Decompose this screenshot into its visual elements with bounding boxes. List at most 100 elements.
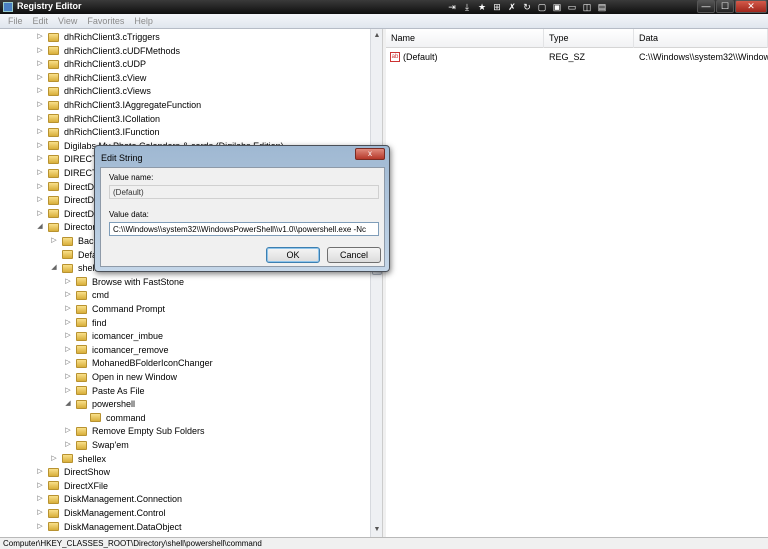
- tree-item[interactable]: ▷ DIRECT.: [36, 152, 99, 166]
- expand-arrow-icon[interactable]: ▷: [36, 87, 44, 95]
- expand-arrow-icon[interactable]: ▷: [36, 60, 44, 68]
- tree-item[interactable]: ▷ Swap'em: [64, 438, 128, 452]
- expand-arrow-icon[interactable]: ▷: [36, 196, 44, 204]
- expand-arrow-icon[interactable]: ▷: [36, 210, 44, 218]
- tree-item[interactable]: ▷ dhRichClient3.cView: [36, 71, 146, 85]
- arrow-down-icon[interactable]: ⤓: [461, 1, 473, 13]
- tree-scrollbar[interactable]: ▲ ▼: [370, 29, 382, 537]
- registry-tree[interactable]: ▷ dhRichClient3.cTriggers ▷ dhRichClient3.c…: [0, 29, 370, 537]
- expand-arrow-icon[interactable]: ▷: [64, 427, 72, 435]
- tree-item[interactable]: ▷ icomancer_imbue: [64, 329, 163, 343]
- expand-arrow-icon[interactable]: ▷: [50, 237, 58, 245]
- tree-item[interactable]: ▷ cmd: [64, 288, 109, 302]
- tree-item[interactable]: ▷ DIRECT.: [36, 166, 99, 180]
- menu-file[interactable]: File: [3, 14, 28, 28]
- tiles-icon[interactable]: ▤: [596, 1, 608, 13]
- expand-arrow-icon[interactable]: ▷: [36, 74, 44, 82]
- expand-arrow-icon[interactable]: ▷: [36, 482, 44, 490]
- collapse-arrow-icon[interactable]: ◢: [50, 264, 58, 272]
- pin-icon[interactable]: ⇥: [446, 1, 458, 13]
- tree-item[interactable]: ◢ Director: [36, 220, 95, 234]
- tree-item[interactable]: ▷ Back: [50, 234, 98, 248]
- tree-item[interactable]: ▷ find: [64, 316, 106, 330]
- expand-arrow-icon[interactable]: ▷: [64, 441, 72, 449]
- tree-item[interactable]: ▷ dhRichClient3.cViews: [36, 84, 151, 98]
- expand-arrow-icon[interactable]: ▷: [36, 523, 44, 531]
- tree-item[interactable]: ▷ DirectShow: [36, 465, 110, 479]
- box-icon[interactable]: ▣: [551, 1, 563, 13]
- cancel-button[interactable]: Cancel: [327, 247, 381, 263]
- tree-item[interactable]: ◢ shell: [50, 261, 96, 275]
- tree-item[interactable]: ▷ shellex: [50, 452, 106, 466]
- value-row[interactable]: ab (Default) REG_SZ C:\\Windows\\system3…: [386, 50, 768, 64]
- grid-icon[interactable]: ⊞: [491, 1, 503, 13]
- dialog-close-button[interactable]: x: [355, 148, 385, 160]
- tree-item[interactable]: command: [78, 411, 146, 425]
- expand-arrow-icon[interactable]: ▷: [36, 33, 44, 41]
- tree-item[interactable]: ▷ Command Prompt: [64, 302, 165, 316]
- tree-item[interactable]: ▷ icomancer_remove: [64, 343, 168, 357]
- tree-item[interactable]: ▷ Remove Empty Sub Folders: [64, 424, 204, 438]
- tree-item[interactable]: ▷ dhRichClient3.IAggregateFunction: [36, 98, 201, 112]
- minimize-button[interactable]: —: [697, 0, 715, 13]
- tree-item[interactable]: ▷ Open in new Window: [64, 370, 177, 384]
- tree-item[interactable]: ▷ MohanedBFolderIconChanger: [64, 356, 212, 370]
- close-button[interactable]: ✕: [735, 0, 767, 13]
- tree-item[interactable]: ▷ dhRichClient3.ICollation: [36, 112, 160, 126]
- expand-arrow-icon[interactable]: ▷: [36, 128, 44, 136]
- scroll-up-icon[interactable]: ▲: [372, 30, 382, 41]
- expand-arrow-icon[interactable]: ▷: [64, 346, 72, 354]
- maximize-button[interactable]: ☐: [716, 0, 734, 13]
- menu-view[interactable]: View: [53, 14, 82, 28]
- tree-item[interactable]: ▷ DiskManagement.DataObject: [36, 520, 181, 534]
- column-type[interactable]: Type: [544, 29, 634, 48]
- cross-icon[interactable]: ✗: [506, 1, 518, 13]
- expand-arrow-icon[interactable]: ▷: [64, 373, 72, 381]
- expand-arrow-icon[interactable]: ▷: [36, 468, 44, 476]
- tree-item[interactable]: ▷ DiskManagement.Control: [36, 506, 165, 520]
- ok-button[interactable]: OK: [266, 247, 320, 263]
- star-icon[interactable]: ★: [476, 1, 488, 13]
- tree-item[interactable]: ▷ dhRichClient3.IFunction: [36, 125, 159, 139]
- expand-arrow-icon[interactable]: ▷: [50, 455, 58, 463]
- tree-item[interactable]: ▷ DirectDr: [36, 180, 97, 194]
- menu-edit[interactable]: Edit: [28, 14, 54, 28]
- tree-item[interactable]: ◢ powershell: [64, 397, 135, 411]
- expand-arrow-icon[interactable]: ▷: [36, 47, 44, 55]
- value-data-input[interactable]: C:\\Windows\\system32\\WindowsPowerShell…: [109, 222, 379, 236]
- collapse-arrow-icon[interactable]: ◢: [64, 400, 72, 408]
- tree-item[interactable]: Defa: [50, 248, 97, 262]
- scroll-down-icon[interactable]: ▼: [372, 524, 382, 535]
- tree-item[interactable]: ▷ Paste As File: [64, 384, 144, 398]
- expand-arrow-icon[interactable]: ▷: [36, 509, 44, 517]
- tree-item[interactable]: ▷ DirectDr: [36, 207, 97, 221]
- expand-arrow-icon[interactable]: ▷: [36, 495, 44, 503]
- expand-arrow-icon[interactable]: ▷: [36, 101, 44, 109]
- expand-arrow-icon[interactable]: ▷: [36, 115, 44, 123]
- expand-arrow-icon[interactable]: ▷: [36, 169, 44, 177]
- expand-arrow-icon[interactable]: ▷: [36, 183, 44, 191]
- tree-item[interactable]: ▷ dhRichClient3.cUDFMethods: [36, 44, 180, 58]
- expand-arrow-icon[interactable]: ▷: [64, 291, 72, 299]
- tree-item[interactable]: ▷ dhRichClient3.cUDP: [36, 57, 146, 71]
- expand-arrow-icon[interactable]: ▷: [64, 278, 72, 286]
- tree-item[interactable]: ▷ DiskManagement.Connection: [36, 492, 182, 506]
- column-name[interactable]: Name: [386, 29, 544, 48]
- expand-arrow-icon[interactable]: ▷: [36, 155, 44, 163]
- expand-arrow-icon[interactable]: ▷: [64, 305, 72, 313]
- expand-arrow-icon[interactable]: ▷: [36, 142, 44, 150]
- square-icon[interactable]: ▢: [536, 1, 548, 13]
- expand-arrow-icon[interactable]: ▷: [64, 332, 72, 340]
- menu-favorites[interactable]: Favorites: [82, 14, 129, 28]
- expand-arrow-icon[interactable]: ▷: [64, 359, 72, 367]
- expand-arrow-icon[interactable]: ▷: [64, 319, 72, 327]
- menu-help[interactable]: Help: [129, 14, 158, 28]
- column-data[interactable]: Data: [634, 29, 768, 48]
- tree-item[interactable]: ▷ DirectDr: [36, 193, 97, 207]
- expand-arrow-icon[interactable]: ▷: [64, 387, 72, 395]
- tree-item[interactable]: ▷ dhRichClient3.cTriggers: [36, 30, 159, 44]
- tree-item[interactable]: ▷ DirectXFile: [36, 479, 108, 493]
- window-icon[interactable]: ◫: [581, 1, 593, 13]
- refresh-icon[interactable]: ↻: [521, 1, 533, 13]
- collapse-arrow-icon[interactable]: ◢: [36, 223, 44, 231]
